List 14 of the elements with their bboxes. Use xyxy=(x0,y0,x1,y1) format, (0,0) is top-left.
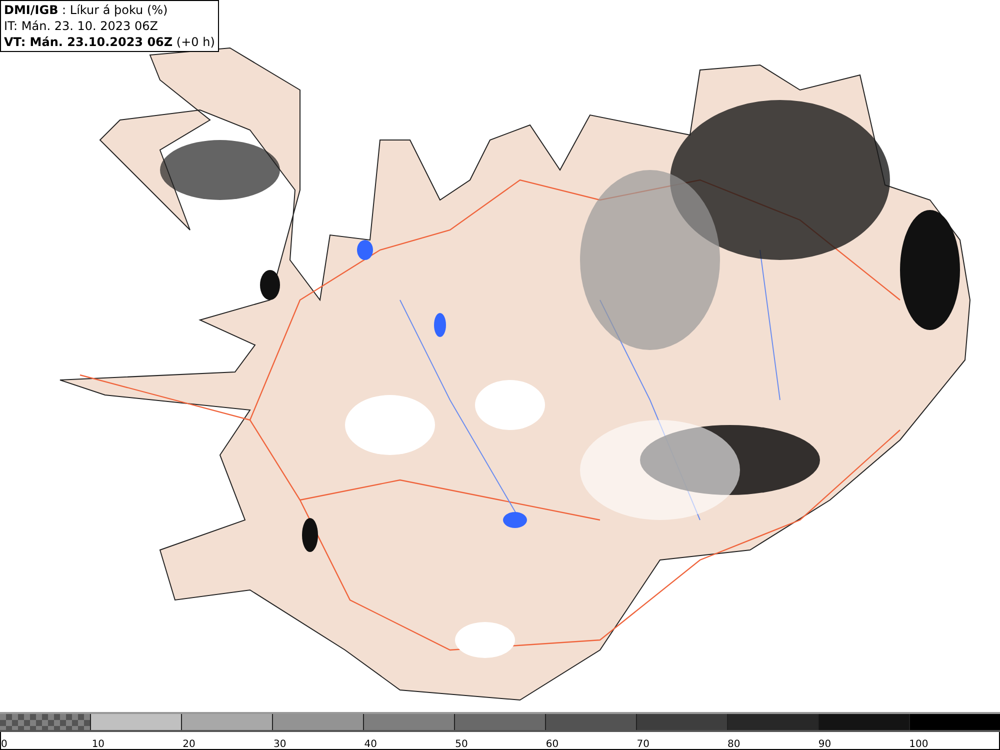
title-text: VT: Mán. 23.10.2023 06Z (+0 h) xyxy=(4,34,215,50)
tick-label: 40 xyxy=(364,738,377,750)
title-text: IT: Mán. 23. 10. 2023 06Z xyxy=(4,18,159,34)
tick-label: 10 xyxy=(92,738,105,750)
tick-label: 50 xyxy=(455,738,468,750)
tick-label: 100 xyxy=(909,738,928,750)
tick-label: 80 xyxy=(728,738,740,750)
tick-label: 70 xyxy=(636,738,650,750)
tick-label: 0 xyxy=(1,738,8,750)
tick-label: 30 xyxy=(273,738,286,750)
tick-label: 90 xyxy=(818,738,832,750)
tick-label: 20 xyxy=(182,738,196,750)
title-text: DMI/IGB : Líkur á þoku (%) xyxy=(4,2,169,18)
tick-label: 60 xyxy=(546,738,559,750)
